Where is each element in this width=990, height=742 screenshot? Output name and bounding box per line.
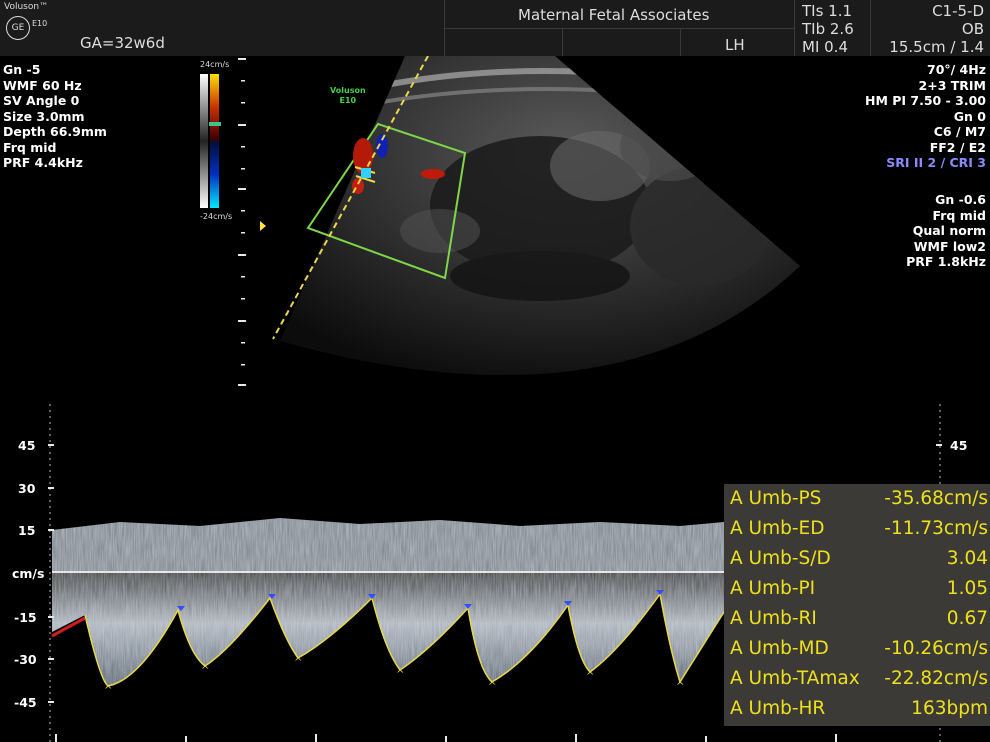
measurement-label: A Umb-RI — [730, 608, 817, 629]
thermal-index-bone: TIb 2.6 — [802, 20, 854, 38]
voluson-watermark: Voluson E10 — [330, 86, 366, 106]
clinic-name: Maternal Fetal Associates — [518, 6, 710, 24]
voluson-watermark-line1: Voluson — [330, 86, 366, 95]
gestational-age: GA=32w6d — [80, 34, 165, 52]
velocity-tick: -30 — [14, 652, 37, 667]
velocity-tick-right: 45 — [950, 438, 968, 453]
measurement-row: A Umb-HR 163bpm — [724, 694, 990, 724]
brand-name: Voluson™ — [4, 2, 49, 12]
measurement-label: A Umb-ED — [730, 518, 825, 539]
pw-gain: Gn -5 — [3, 62, 41, 77]
measurement-label: A Umb-PS — [730, 488, 822, 509]
measurement-label: A Umb-TAmax — [730, 668, 860, 689]
voluson-watermark-line2: E10 — [339, 96, 357, 105]
measurement-row: A Umb-TAmax -22.82cm/s — [724, 664, 990, 694]
header-bar: Voluson™ GE E10 GA=32w6d Maternal Fetal … — [0, 0, 990, 56]
velocity-tick: -15 — [14, 610, 37, 625]
sample-volume-depth: Depth 66.9mm — [3, 124, 107, 139]
pw-prf: PRF 4.4kHz — [3, 155, 83, 170]
pw-frequency: Frq mid — [3, 139, 57, 155]
header-divider — [680, 28, 681, 56]
svg-text:^: ^ — [676, 681, 684, 692]
measurement-value: 163bpm — [911, 698, 988, 719]
measurement-label: A Umb-S/D — [730, 548, 831, 569]
header-divider — [444, 28, 794, 29]
measurement-row: A Umb-PS -35.68cm/s — [724, 484, 990, 514]
header-divider — [870, 0, 871, 56]
application-preset: OB — [961, 20, 984, 38]
velocity-tick: 15 — [18, 523, 36, 538]
measurement-row: A Umb-PI 1.05 — [724, 574, 990, 604]
measurement-row: A Umb-RI 0.67 — [724, 604, 990, 634]
measurement-row: A Umb-ED -11.73cm/s — [724, 514, 990, 544]
color-baseline-marker — [209, 122, 221, 126]
svg-text:^: ^ — [586, 671, 594, 682]
sample-volume-angle: SV Angle 0 — [3, 93, 80, 108]
measurement-value: -35.68cm/s — [884, 488, 988, 509]
sample-volume-size: Size 3.0mm — [3, 108, 85, 124]
b-mode-image — [272, 56, 800, 376]
velocity-tick: 45 — [18, 438, 36, 453]
svg-text:^: ^ — [201, 665, 209, 676]
measurement-value: -10.26cm/s — [884, 638, 988, 659]
ge-logo-icon: GE — [6, 16, 30, 40]
depth-zoom: 15.5cm / 1.4 — [889, 38, 984, 56]
pw-doppler-settings: Gn -5 WMF 60 Hz SV Angle 0 Size 3.0mm De… — [3, 62, 107, 171]
measurement-label: A Umb-MD — [730, 638, 829, 659]
color-scale-bar — [200, 74, 219, 208]
velocity-tick: -45 — [14, 695, 37, 710]
thermal-index-soft: TIs 1.1 — [802, 2, 853, 20]
header-divider — [794, 0, 795, 56]
measurement-row: A Umb-S/D 3.04 — [724, 544, 990, 574]
measurement-label: A Umb-HR — [730, 698, 826, 719]
brand-model: E10 — [32, 19, 48, 28]
velocity-unit: cm/s — [12, 566, 45, 581]
svg-text:^: ^ — [488, 681, 496, 692]
svg-text:^: ^ — [104, 685, 112, 696]
operator-initials: LH — [725, 36, 745, 54]
measurement-value: -11.73cm/s — [884, 518, 988, 539]
measurement-value: 3.04 — [946, 548, 988, 569]
velocity-tick: 30 — [18, 481, 36, 496]
mechanical-index: MI 0.4 — [802, 38, 848, 56]
measurement-value: -22.82cm/s — [884, 668, 988, 689]
measurement-value: 0.67 — [946, 608, 988, 629]
measurement-value: 1.05 — [946, 578, 988, 599]
color-scale-min: -24cm/s — [200, 212, 233, 221]
measurement-row: A Umb-MD -10.26cm/s — [724, 634, 990, 664]
svg-text:^: ^ — [294, 657, 302, 668]
probe-name: C1-5-D — [932, 2, 984, 20]
wall-motion-filter: WMF 60 Hz — [3, 77, 82, 93]
measurement-label: A Umb-PI — [730, 578, 816, 599]
measurement-results-panel: A Umb-PS -35.68cm/s A Umb-ED -11.73cm/s … — [724, 484, 990, 726]
color-scale-max: 24cm/s — [200, 60, 230, 69]
header-divider — [562, 28, 563, 56]
svg-text:^: ^ — [396, 669, 404, 680]
